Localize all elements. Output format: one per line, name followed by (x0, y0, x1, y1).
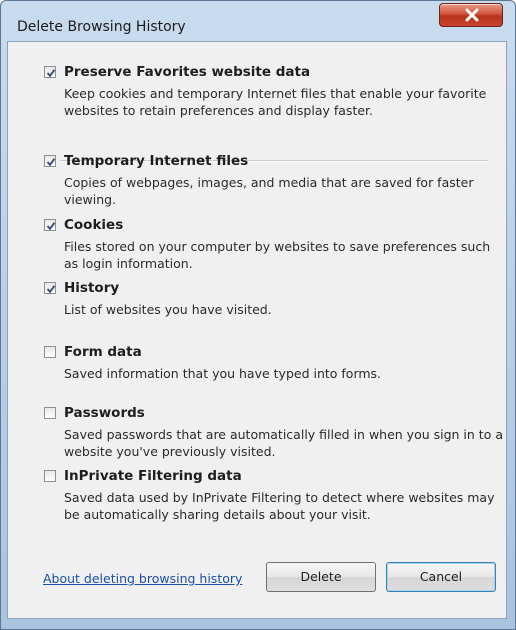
inprivate-filtering-label: InPrivate Filtering data (64, 468, 242, 484)
preserve-favorites-label: Preserve Favorites website data (64, 64, 311, 80)
window-title: Delete Browsing History (17, 19, 186, 35)
preserve-favorites-description: Keep cookies and temporary Internet file… (64, 86, 487, 118)
checkmark-icon (46, 158, 56, 167)
cancel-button[interactable]: Cancel (386, 562, 496, 592)
dialog-body: Preserve Favorites website data Keep coo… (7, 41, 507, 619)
cookies-description: Files stored on your computer by website… (64, 239, 491, 271)
preserve-favorites-checkbox[interactable] (44, 66, 56, 78)
delete-browsing-history-dialog: Delete Browsing History Preserve Favorit… (0, 0, 516, 630)
about-deleting-history-link[interactable]: About deleting browsing history (43, 571, 242, 586)
title-bar[interactable]: Delete Browsing History (1, 1, 515, 45)
inprivate-filtering-description: Saved data used by InPrivate Filtering t… (64, 490, 495, 522)
temporary-internet-files-label: Temporary Internet files (64, 153, 249, 169)
form-data-checkbox[interactable] (44, 346, 56, 358)
temporary-internet-files-checkbox[interactable] (44, 155, 56, 167)
passwords-checkbox[interactable] (44, 407, 56, 419)
history-checkbox[interactable] (44, 282, 56, 294)
checkmark-icon (46, 69, 56, 78)
passwords-description: Saved passwords that are automatically f… (64, 427, 503, 459)
form-data-description: Saved information that you have typed in… (64, 366, 382, 381)
passwords-label: Passwords (64, 405, 145, 421)
checkmark-icon (46, 222, 56, 231)
form-data-label: Form data (64, 344, 142, 360)
close-button[interactable] (439, 3, 503, 27)
history-description: List of websites you have visited. (64, 302, 272, 317)
temporary-internet-files-description: Copies of webpages, images, and media th… (64, 175, 474, 207)
delete-button[interactable]: Delete (266, 562, 376, 592)
close-icon (465, 8, 479, 22)
inprivate-filtering-checkbox[interactable] (44, 470, 56, 482)
history-label: History (64, 280, 120, 296)
checkmark-icon (46, 285, 56, 294)
cookies-label: Cookies (64, 217, 124, 233)
cookies-checkbox[interactable] (44, 219, 56, 231)
